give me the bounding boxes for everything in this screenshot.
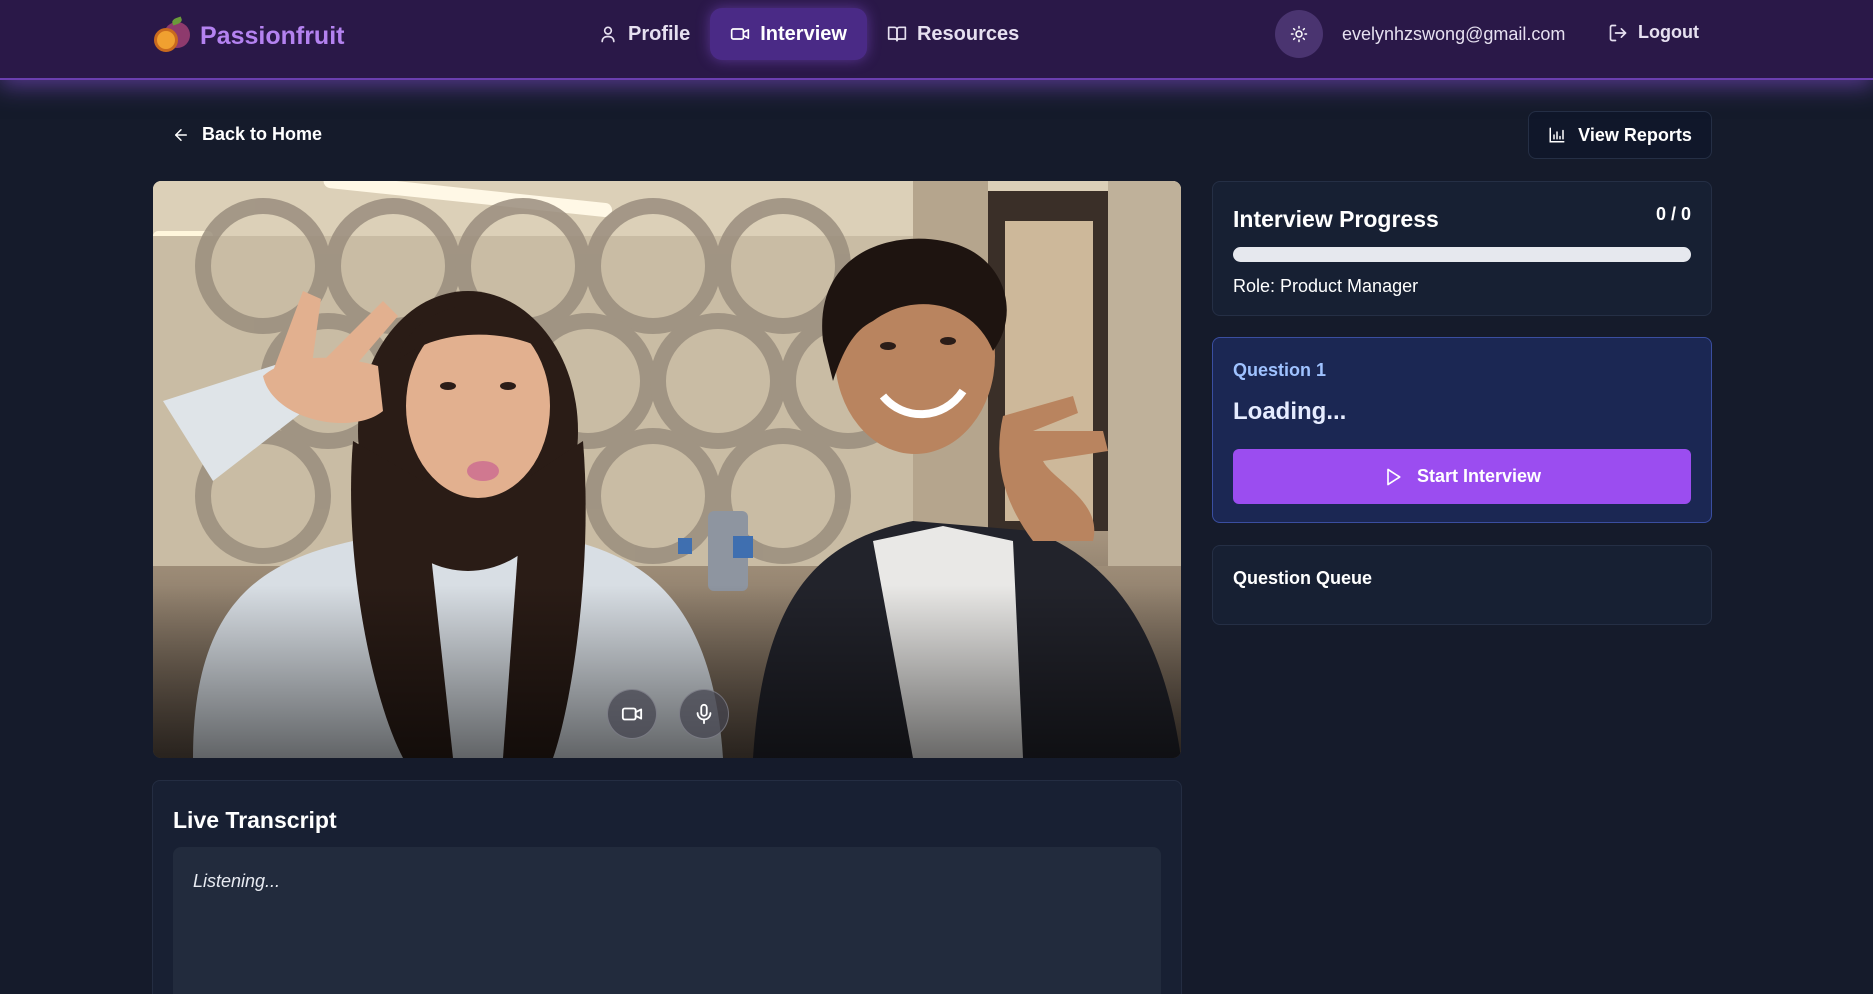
- camera-feed: [153, 181, 1181, 758]
- toggle-camera-button[interactable]: [607, 689, 657, 739]
- current-question-card: Question 1 Loading... Start Interview: [1212, 337, 1712, 523]
- progress-title: Interview Progress: [1233, 206, 1439, 232]
- toggle-microphone-button[interactable]: [679, 689, 729, 739]
- nav-item-interview[interactable]: Interview: [710, 8, 867, 60]
- nav-item-label: Interview: [760, 22, 847, 45]
- start-interview-label: Start Interview: [1416, 466, 1542, 486]
- transcript-title: Live Transcript: [173, 807, 337, 833]
- interview-progress-card: Interview Progress 0 / 0 Role: Product M…: [1212, 181, 1712, 316]
- passionfruit-logo-icon: [152, 16, 192, 56]
- sun-icon: [1290, 25, 1308, 43]
- question-text: Loading...: [1233, 398, 1347, 425]
- main-nav: Profile Interview Resources: [578, 8, 1039, 60]
- microphone-icon: [696, 703, 712, 725]
- theme-toggle-button[interactable]: [1275, 10, 1323, 58]
- nav-item-label: Profile: [628, 22, 691, 45]
- webcam-image: [153, 181, 1181, 758]
- nav-item-label: Resources: [916, 22, 1020, 45]
- bar-chart-icon: [1549, 127, 1565, 143]
- user-icon: [601, 26, 615, 43]
- queue-title: Question Queue: [1233, 568, 1373, 588]
- brand-logo[interactable]: Passionfruit: [152, 16, 344, 56]
- question-queue-card: Question Queue: [1212, 545, 1712, 625]
- start-interview-button[interactable]: Start Interview: [1233, 449, 1691, 504]
- progress-count: 0 / 0: [1655, 204, 1691, 224]
- live-transcript-panel: Live Transcript Listening...: [152, 780, 1182, 994]
- play-icon: [1387, 468, 1401, 485]
- video-camera-icon: [731, 28, 750, 40]
- book-icon: [887, 26, 907, 42]
- logout-icon: [1609, 24, 1627, 41]
- progress-bar: [1233, 247, 1691, 262]
- arrow-left-icon: [175, 128, 187, 141]
- nav-item-profile[interactable]: Profile: [578, 8, 710, 60]
- video-controls: [607, 689, 729, 739]
- logout-button[interactable]: Logout: [1608, 22, 1699, 43]
- question-number: Question 1: [1233, 360, 1327, 380]
- transcript-text: Listening...: [193, 871, 281, 891]
- logout-label: Logout: [1638, 22, 1699, 42]
- back-to-home-link[interactable]: Back to Home: [172, 124, 322, 145]
- top-navbar: Passionfruit Profile Interview Resources…: [0, 0, 1873, 80]
- transcript-box: Listening...: [173, 847, 1161, 994]
- view-reports-label: View Reports: [1578, 124, 1692, 145]
- brand-name: Passionfruit: [200, 21, 345, 50]
- back-label: Back to Home: [202, 124, 323, 144]
- user-email: evelynhzswong@gmail.com: [1342, 24, 1566, 44]
- view-reports-button[interactable]: View Reports: [1528, 111, 1712, 159]
- video-camera-icon: [621, 707, 643, 721]
- nav-item-resources[interactable]: Resources: [867, 8, 1039, 60]
- interview-role: Role: Product Manager: [1233, 276, 1419, 296]
